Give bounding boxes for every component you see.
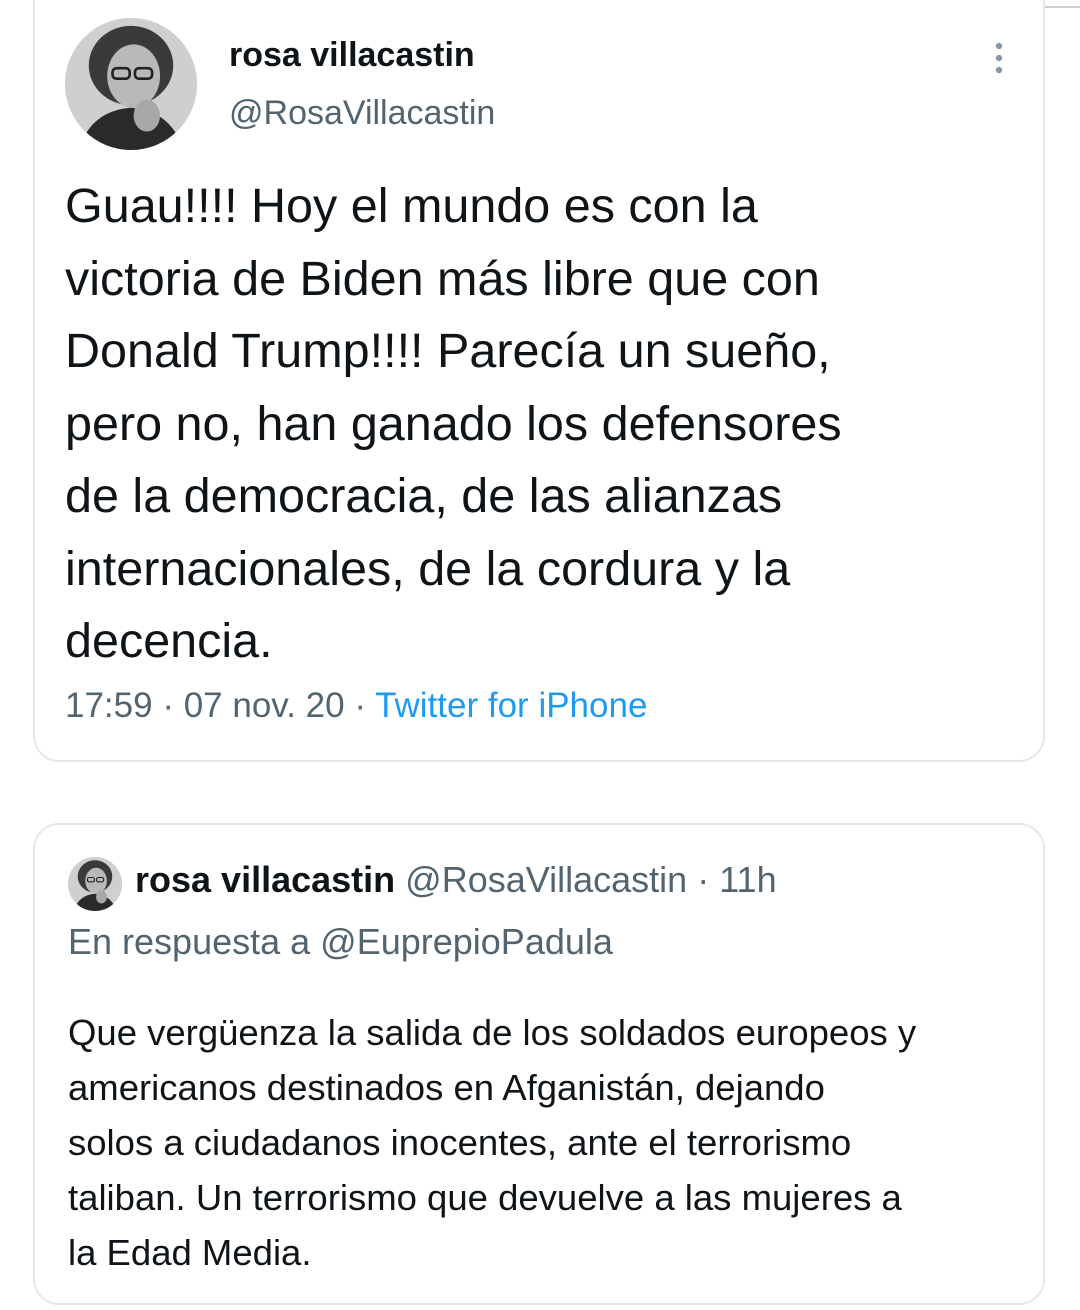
display-name[interactable]: rosa villacastin (229, 36, 475, 75)
tweet-meta: 17:59 · 07 nov. 20 · Twitter for iPhone (65, 686, 647, 726)
quoted-display-name[interactable]: rosa villacastin (135, 859, 395, 900)
header-separator: · (697, 859, 710, 900)
quoted-tweet-text: Que vergüenza la salida de los soldados … (68, 1012, 917, 1273)
meta-separator: · (162, 686, 174, 725)
quoted-avatar[interactable] (68, 857, 122, 911)
avatar-portrait-icon (65, 18, 197, 150)
tweet-text: Guau!!!! Hoy el mundo es con la victoria… (65, 179, 842, 668)
tweet-time[interactable]: 17:59 (65, 686, 153, 725)
more-vertical-icon[interactable] (989, 40, 1009, 76)
reply-to-line[interactable]: En respuesta a @EuprepioPadula (68, 921, 613, 963)
tweet-source-link[interactable]: Twitter for iPhone (375, 686, 647, 725)
screenshot-page: rosa villacastin @RosaVillacastin Guau!!… (0, 0, 1080, 1310)
user-handle[interactable]: @RosaVillacastin (229, 94, 495, 133)
quoted-tweet-card[interactable]: rosa villacastin @RosaVillacastin · 11h … (33, 823, 1045, 1305)
avatar-portrait-icon (68, 857, 122, 911)
quoted-tweet-age[interactable]: 11h (719, 859, 776, 900)
tweet-card[interactable]: rosa villacastin @RosaVillacastin Guau!!… (33, 0, 1045, 762)
quoted-user-handle[interactable]: @RosaVillacastin (405, 859, 687, 900)
tweet-date[interactable]: 07 nov. 20 (184, 686, 345, 725)
quoted-tweet-header: rosa villacastin @RosaVillacastin · 11h (135, 859, 777, 901)
meta-separator: · (354, 686, 366, 725)
avatar[interactable] (65, 18, 197, 150)
